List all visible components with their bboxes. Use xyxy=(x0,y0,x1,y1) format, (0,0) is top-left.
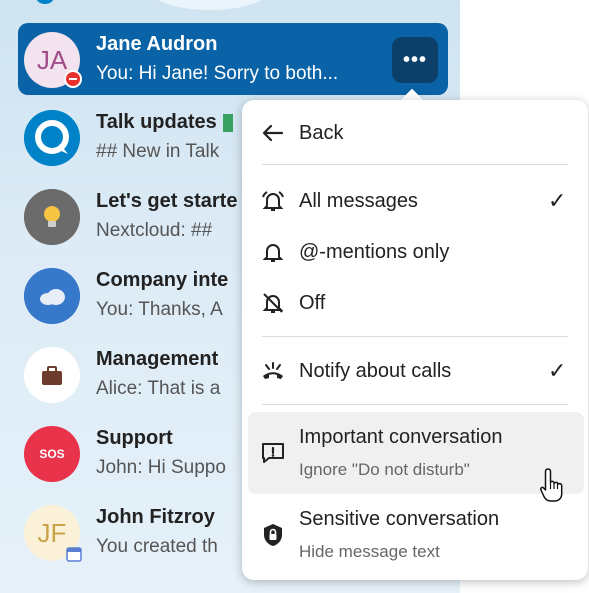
conversation-last-message: John: Hi Suppo xyxy=(96,457,226,478)
talk-logo-icon xyxy=(24,110,80,166)
menu-item-label: All messages xyxy=(299,190,418,212)
bell-icon xyxy=(262,244,284,262)
hand-cursor-icon xyxy=(540,468,563,502)
menu-item-back[interactable]: Back xyxy=(242,108,588,158)
checkmark-icon: ✓ xyxy=(548,188,567,213)
calendar-icon xyxy=(66,547,82,562)
menu-item-label: Back xyxy=(299,122,344,144)
bot-badge-icon xyxy=(222,113,233,132)
conversation-title: Jane Audron xyxy=(96,33,218,55)
avatar: SOS xyxy=(24,426,80,482)
conversation-actions-button[interactable]: ••• xyxy=(392,37,438,83)
menu-item-important-conversation[interactable]: Important conversation Ignore "Do not di… xyxy=(242,414,588,494)
phone-ring-icon xyxy=(263,362,283,379)
conversation-title: John Fitzroy xyxy=(96,506,215,528)
menu-item-label: Important conversation xyxy=(299,426,503,448)
menu-item-description: Ignore "Do not disturb" xyxy=(299,460,470,479)
conversation-last-message: You: Thanks, A xyxy=(96,299,223,320)
conversation-last-message: You created th xyxy=(96,536,218,557)
avatar xyxy=(24,268,80,324)
bell-ring-icon xyxy=(262,191,284,211)
menu-item-label: Sensitive conversation xyxy=(299,508,500,530)
more-icon: ••• xyxy=(402,48,427,71)
conversation-title: Support xyxy=(96,427,173,449)
briefcase-icon xyxy=(24,347,80,403)
menu-item-mentions-only[interactable]: @-mentions only xyxy=(242,227,588,277)
conversation-last-message: Alice: That is a xyxy=(96,378,221,399)
menu-item-label: @-mentions only xyxy=(299,241,450,263)
menu-item-label: Off xyxy=(299,292,326,314)
menu-divider xyxy=(262,336,568,337)
lightbulb-icon xyxy=(24,189,80,245)
checkmark-icon: ✓ xyxy=(548,358,567,383)
menu-item-sensitive-conversation[interactable]: Sensitive conversation Hide message text xyxy=(242,496,588,576)
menu-item-label: Notify about calls xyxy=(299,360,452,382)
conversation-title: Let's get starte xyxy=(96,190,238,212)
avatar-initials: JA xyxy=(36,44,68,75)
conversation-title: Talk updates xyxy=(96,111,233,134)
conversation-title-text: Talk updates xyxy=(96,111,217,133)
conversation-last-message: ## New in Talk xyxy=(96,141,220,162)
conversation-title: Management xyxy=(96,348,219,370)
notification-settings-menu: Back All messages ✓ @-mentions only Off xyxy=(242,100,588,580)
menu-divider xyxy=(262,164,568,165)
menu-item-notify-calls[interactable]: Notify about calls ✓ xyxy=(242,346,588,396)
conversation-item-jane-audron[interactable]: JA Jane Audron You: Hi Jane! Sorry to bo… xyxy=(18,23,448,95)
menu-item-all-messages[interactable]: All messages ✓ xyxy=(242,176,588,226)
avatar xyxy=(24,347,80,403)
bell-off-icon xyxy=(262,293,284,313)
sos-icon: SOS xyxy=(39,447,65,461)
arrow-left-icon xyxy=(262,124,284,142)
message-alert-icon xyxy=(262,443,284,463)
menu-divider xyxy=(262,404,568,405)
shield-lock-icon xyxy=(264,524,282,546)
menu-item-description: Hide message text xyxy=(299,542,440,561)
avatar-initials: JF xyxy=(37,517,67,548)
conversation-last-message: Nextcloud: ## xyxy=(96,220,213,241)
avatar xyxy=(24,189,80,245)
conversation-last-message: You: Hi Jane! Sorry to both... xyxy=(96,63,339,84)
do-not-disturb-status-icon xyxy=(64,70,82,88)
avatar xyxy=(24,110,80,166)
cloud-icon xyxy=(24,268,80,324)
menu-item-off[interactable]: Off xyxy=(242,278,588,328)
conversation-title: Company inte xyxy=(96,269,229,291)
